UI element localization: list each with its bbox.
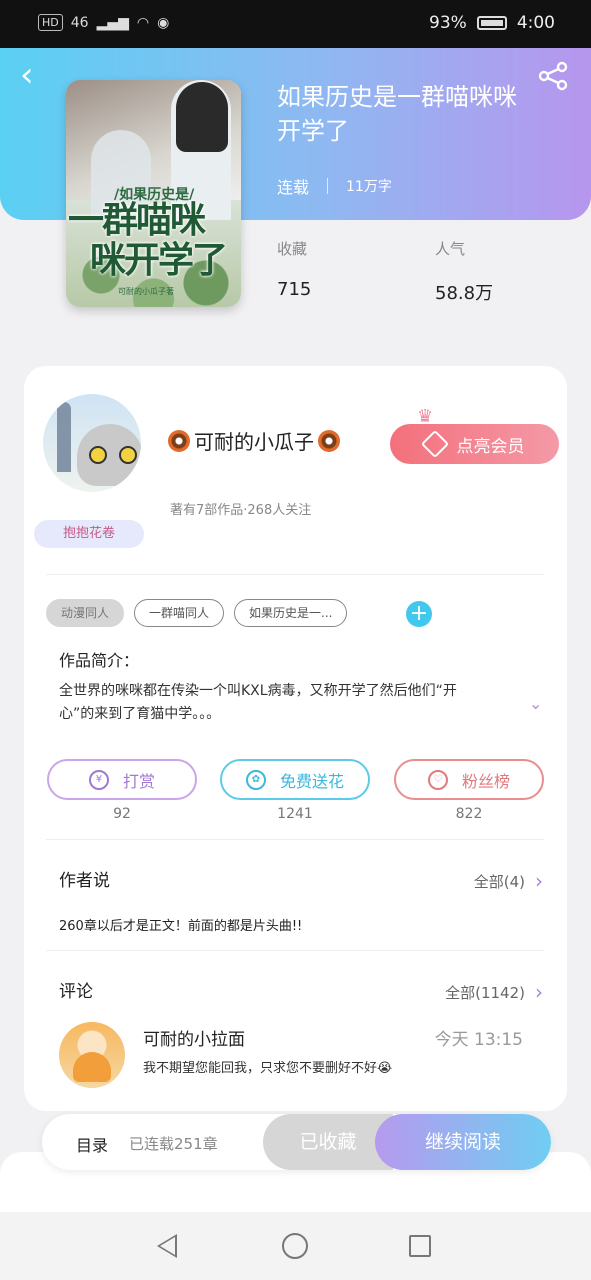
meta-divider [327,178,329,194]
diamond-icon [420,429,449,459]
vip-button-label: 点亮会员 [456,436,525,457]
toc-button[interactable]: 目录 [76,1132,108,1156]
book-meta: 连载 11万字 [277,174,392,198]
commenter-avatar[interactable] [59,1022,125,1088]
author-subtitle: 著有7部作品·268人关注 [170,503,312,518]
avatar-cat-eye [89,446,107,464]
chevron-down-icon[interactable]: ⌄ [529,694,549,714]
yen-icon: ¥ [88,769,109,790]
avatar-cat-eye [119,446,137,464]
nav-home-icon[interactable] [282,1233,308,1259]
tag-item[interactable]: 如果历史是一... [234,599,348,627]
battery-percent: 93% [429,13,467,33]
comments-title: 评论 [59,982,93,1002]
add-tag-button[interactable]: + [406,601,432,627]
serial-status: 连载 [277,178,310,197]
stat-value: 58.8万 [435,283,494,304]
book-cover[interactable]: /如果历史是/ 一群喵咪 咪开学了 可耐的小瓜子著 [66,80,241,307]
signal-icon: ▂▄▆ [96,14,129,31]
cover-author-line: 可耐的小瓜子著 [118,287,174,296]
intro-title: 作品简介： [59,651,140,670]
cover-title-line: 咪开学了 [90,239,228,281]
eye-icon: ◉ [157,14,170,31]
avatar-tiger [73,1052,111,1082]
chapter-count[interactable]: 已连载251章 [129,1133,218,1154]
fan-user-icon: ♡ [427,769,448,790]
stat-label: 人气 [435,240,466,258]
flower-count: 1241 [277,806,313,822]
comments-more-label: 全部(1142) [445,983,525,1002]
comments-more[interactable]: 全部(1142) › [445,980,543,1004]
author-says-more[interactable]: 全部(4) › [474,869,543,893]
comment-text[interactable]: 我不期望您能回我，只求您不要删好不好😭 [143,1057,392,1076]
tip-button-label: 打赏 [122,771,155,791]
tag-item[interactable]: 一群喵同人 [134,599,225,627]
flower-icon: ✿ [245,769,266,790]
comment-time: 今天 13:15 [434,1030,523,1050]
fans-ranking-button[interactable]: ♡ 粉丝榜 [394,759,544,800]
tag-item[interactable]: 动漫同人 [46,599,125,627]
tag-list: 动漫同人 一群喵同人 如果历史是一... [46,599,348,627]
send-flower-button-label: 免费送花 [279,771,344,791]
divider [46,839,544,840]
fans-ranking-button-label: 粉丝榜 [461,771,510,791]
author-note: 260章以后才是正文！前面的都是片头曲!! [59,919,303,934]
author-name: 可耐的小瓜子 [194,430,314,454]
vip-button[interactable]: 点亮会员 [390,424,559,464]
donut-icon [168,429,190,452]
tip-count: 92 [113,806,131,822]
word-count: 11万字 [346,179,392,195]
donut-icon [318,429,340,452]
author-says-title: 作者说 [59,871,110,891]
cover-figure-hair [176,82,228,152]
network-indicator: 46 [70,14,89,31]
commenter-name[interactable]: 可耐的小拉面 [143,1025,245,1050]
status-bar: HD 46 ▂▄▆ ◠ ◉ 93% 4:00 [0,0,591,48]
clock: 4:00 [516,13,555,33]
nav-recents-icon[interactable] [409,1235,431,1257]
author-name-row[interactable]: 可耐的小瓜子 [168,426,340,455]
wifi-icon: ◠ [136,14,150,31]
continue-reading-button[interactable]: 继续阅读 [375,1114,551,1170]
bottom-action-bar: 目录 已连载251章 已收藏 继续阅读 [42,1114,551,1170]
stat-value: 715 [277,279,312,300]
author-avatar[interactable] [43,394,141,492]
author-badge: 抱抱花卷 [34,520,144,548]
intro-text: 全世界的咪咪都在传染一个叫KXL病毒，又称开学了然后他们“开心”的来到了育猫中学… [59,683,457,722]
battery-icon [476,16,507,30]
send-flower-button[interactable]: ✿ 免费送花 [220,759,370,800]
fans-count: 822 [455,806,483,822]
stat-favorites: 收藏 715 [277,238,311,300]
nav-back-icon[interactable] [157,1234,177,1258]
system-nav-bar [0,1212,591,1280]
cover-title-line: 一群喵咪 [68,199,206,241]
chevron-right-icon: › [535,869,543,893]
tip-button[interactable]: ¥ 打赏 [47,759,197,800]
back-button[interactable]: ‹ [20,58,50,92]
stat-popularity: 人气 58.8万 [435,238,493,305]
author-says-more-label: 全部(4) [473,872,525,891]
avatar-tower [57,402,71,472]
chevron-right-icon: › [535,980,543,1004]
divider [46,574,544,575]
book-title: 如果历史是一群喵咪咪开学了 [277,83,517,145]
favorited-button[interactable]: 已收藏 [263,1114,393,1170]
share-icon[interactable] [537,60,569,92]
divider [46,950,544,951]
hd-indicator: HD [38,14,63,31]
stat-label: 收藏 [277,240,308,258]
